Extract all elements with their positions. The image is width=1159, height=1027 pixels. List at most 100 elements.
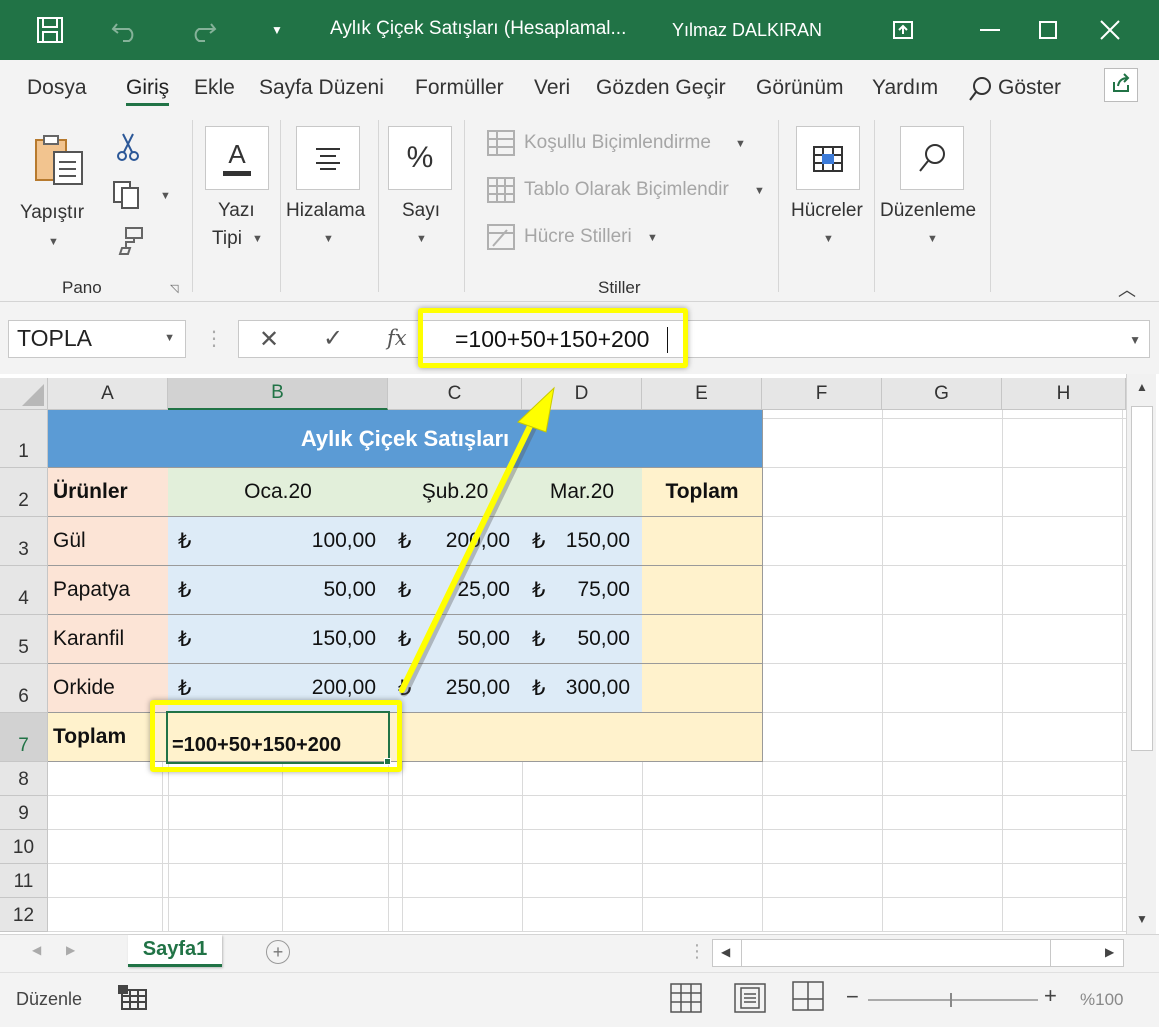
format-as-table-dropdown-icon[interactable]: ▼ bbox=[754, 185, 765, 197]
insert-function-icon[interactable]: fx bbox=[387, 326, 407, 350]
format-as-table-button[interactable]: Tablo Olarak Biçimlendir bbox=[524, 179, 729, 201]
search-icon[interactable] bbox=[968, 76, 992, 107]
undo-icon[interactable] bbox=[100, 0, 150, 60]
font-button-line2[interactable]: Tipi bbox=[212, 228, 242, 250]
window-title: Aylık Çiçek Satışları (Hesaplamal... bbox=[330, 18, 627, 39]
ribbon-separator bbox=[378, 120, 379, 292]
ribbon-separator bbox=[778, 120, 779, 292]
save-icon[interactable] bbox=[20, 0, 80, 60]
scroll-down-icon[interactable]: ▼ bbox=[1136, 912, 1148, 926]
worksheet-grid[interactable]: A B C D E F G H 1 2 3 4 5 6 7 8 9 10 11 … bbox=[0, 374, 1159, 934]
zoom-in-icon[interactable]: + bbox=[1044, 983, 1057, 1009]
horizontal-scrollbar[interactable]: ◀ ▶ bbox=[712, 939, 1124, 967]
cancel-icon[interactable]: ✕ bbox=[259, 325, 279, 354]
page-break-view-icon[interactable] bbox=[792, 981, 824, 1016]
name-box[interactable]: TOPLA ▼ bbox=[8, 320, 186, 358]
conditional-formatting-dropdown-icon[interactable]: ▼ bbox=[735, 138, 746, 150]
quick-access-dropdown-icon[interactable]: ▼ bbox=[262, 0, 292, 60]
ribbon-tabs: Dosya Giriş Ekle Sayfa Düzeni Formüller … bbox=[0, 60, 1159, 116]
ribbon-separator bbox=[280, 120, 281, 292]
cells-button[interactable]: Hücreler bbox=[791, 200, 863, 222]
page-layout-view-icon[interactable] bbox=[734, 983, 766, 1018]
alignment-dropdown-icon[interactable]: ▼ bbox=[323, 233, 334, 245]
zoom-out-icon[interactable]: − bbox=[846, 984, 859, 1010]
editing-dropdown-icon[interactable]: ▼ bbox=[927, 233, 938, 245]
maximize-icon[interactable] bbox=[1020, 0, 1076, 60]
cell-mode-indicator: Düzenle bbox=[16, 989, 83, 1009]
ribbon-separator bbox=[990, 120, 991, 292]
ribbon-separator bbox=[192, 120, 193, 292]
clipboard-group-label: Pano bbox=[62, 278, 102, 297]
minimize-icon[interactable] bbox=[960, 0, 1020, 60]
format-as-table-icon bbox=[487, 177, 515, 208]
scroll-right-icon[interactable]: ▶ bbox=[1105, 945, 1114, 959]
format-painter-icon[interactable] bbox=[116, 226, 144, 261]
copy-icon[interactable] bbox=[112, 180, 142, 215]
zoom-level[interactable]: %100 bbox=[1080, 990, 1123, 1010]
paste-icon[interactable] bbox=[32, 134, 86, 193]
alignment-button[interactable]: Hizalama bbox=[286, 200, 365, 222]
tell-me-search[interactable]: Göster bbox=[998, 76, 1061, 100]
clipboard-launcher-icon[interactable]: ◹ bbox=[170, 282, 178, 295]
paste-dropdown-icon[interactable]: ▼ bbox=[48, 236, 59, 248]
ribbon-display-options-icon[interactable] bbox=[878, 0, 928, 60]
formula-buttons: ✕ ✓ fx bbox=[238, 320, 420, 358]
font-dropdown-icon[interactable]: ▼ bbox=[252, 233, 263, 245]
collapse-ribbon-icon[interactable]: ︿ bbox=[1118, 276, 1136, 302]
close-icon[interactable] bbox=[1080, 0, 1140, 60]
annotation-arrow bbox=[399, 386, 555, 697]
cells-dropdown-icon[interactable]: ▼ bbox=[823, 233, 834, 245]
vertical-scroll-thumb[interactable] bbox=[1131, 406, 1153, 751]
sheet-tabs-bar: ◀ ▶ Sayfa1 + ⋮ ◀ ▶ bbox=[0, 934, 1159, 972]
font-icon[interactable]: A bbox=[205, 126, 269, 190]
zoom-slider-thumb[interactable] bbox=[950, 993, 952, 1007]
conditional-formatting-button[interactable]: Koşullu Biçimlendirme bbox=[524, 132, 711, 154]
tab-ekle[interactable]: Ekle bbox=[194, 76, 235, 100]
previous-sheet-icon[interactable]: ◀ bbox=[32, 943, 41, 957]
formula-bar: TOPLA ▼ ⋮ ✕ ✓ fx =100+50+150+200 ▼ bbox=[0, 302, 1159, 374]
horizontal-scroll-thumb[interactable] bbox=[741, 940, 1051, 966]
formula-highlight-box bbox=[418, 308, 688, 368]
tab-split-grip-icon[interactable]: ⋮ bbox=[688, 941, 706, 962]
paste-button[interactable]: Yapıştır bbox=[20, 202, 84, 224]
cells-icon[interactable] bbox=[796, 126, 860, 190]
alignment-icon[interactable] bbox=[296, 126, 360, 190]
conditional-formatting-icon bbox=[487, 130, 515, 161]
tab-dosya[interactable]: Dosya bbox=[27, 76, 87, 100]
normal-view-icon[interactable] bbox=[670, 983, 702, 1018]
zoom-slider[interactable] bbox=[868, 999, 1038, 1001]
enter-icon[interactable]: ✓ bbox=[323, 324, 343, 353]
editing-search-icon[interactable] bbox=[900, 126, 964, 190]
copy-dropdown-icon[interactable]: ▼ bbox=[160, 190, 171, 202]
user-name[interactable]: Yılmaz DALKIRAN bbox=[672, 20, 822, 41]
cut-icon[interactable] bbox=[116, 132, 140, 167]
number-button[interactable]: Sayı bbox=[402, 200, 440, 222]
share-button[interactable] bbox=[1104, 68, 1138, 102]
expand-formula-bar-icon[interactable]: ▼ bbox=[1129, 333, 1141, 347]
vertical-scrollbar[interactable]: ▲ ▼ bbox=[1126, 374, 1156, 934]
tab-giris[interactable]: Giriş bbox=[126, 76, 170, 106]
tab-formuller[interactable]: Formüller bbox=[415, 76, 504, 100]
number-format-icon[interactable]: % bbox=[388, 126, 452, 190]
tab-sayfa-duzeni[interactable]: Sayfa Düzeni bbox=[259, 76, 384, 100]
status-bar: Düzenle − + %100 bbox=[0, 972, 1159, 1027]
macro-recording-icon[interactable] bbox=[118, 985, 148, 1016]
add-sheet-icon[interactable]: + bbox=[266, 940, 290, 964]
number-dropdown-icon[interactable]: ▼ bbox=[416, 233, 427, 245]
styles-group-label: Stiller bbox=[598, 278, 641, 297]
scroll-left-icon[interactable]: ◀ bbox=[721, 945, 730, 959]
font-button-line1[interactable]: Yazı bbox=[218, 200, 255, 222]
name-box-dropdown-icon[interactable]: ▼ bbox=[164, 332, 175, 344]
cell-styles-dropdown-icon[interactable]: ▼ bbox=[647, 232, 658, 244]
tab-gorunum[interactable]: Görünüm bbox=[756, 76, 844, 100]
ribbon-separator bbox=[874, 120, 875, 292]
tab-yardim[interactable]: Yardım bbox=[872, 76, 938, 100]
redo-icon[interactable] bbox=[178, 0, 228, 60]
tab-veri[interactable]: Veri bbox=[534, 76, 570, 100]
editing-button[interactable]: Düzenleme bbox=[880, 200, 976, 222]
scroll-up-icon[interactable]: ▲ bbox=[1136, 380, 1148, 394]
sheet-tab-sayfa1[interactable]: Sayfa1 bbox=[128, 935, 222, 967]
tab-gozden-gecir[interactable]: Gözden Geçir bbox=[596, 76, 726, 100]
next-sheet-icon[interactable]: ▶ bbox=[66, 943, 75, 957]
cell-styles-button[interactable]: Hücre Stilleri bbox=[524, 226, 632, 248]
